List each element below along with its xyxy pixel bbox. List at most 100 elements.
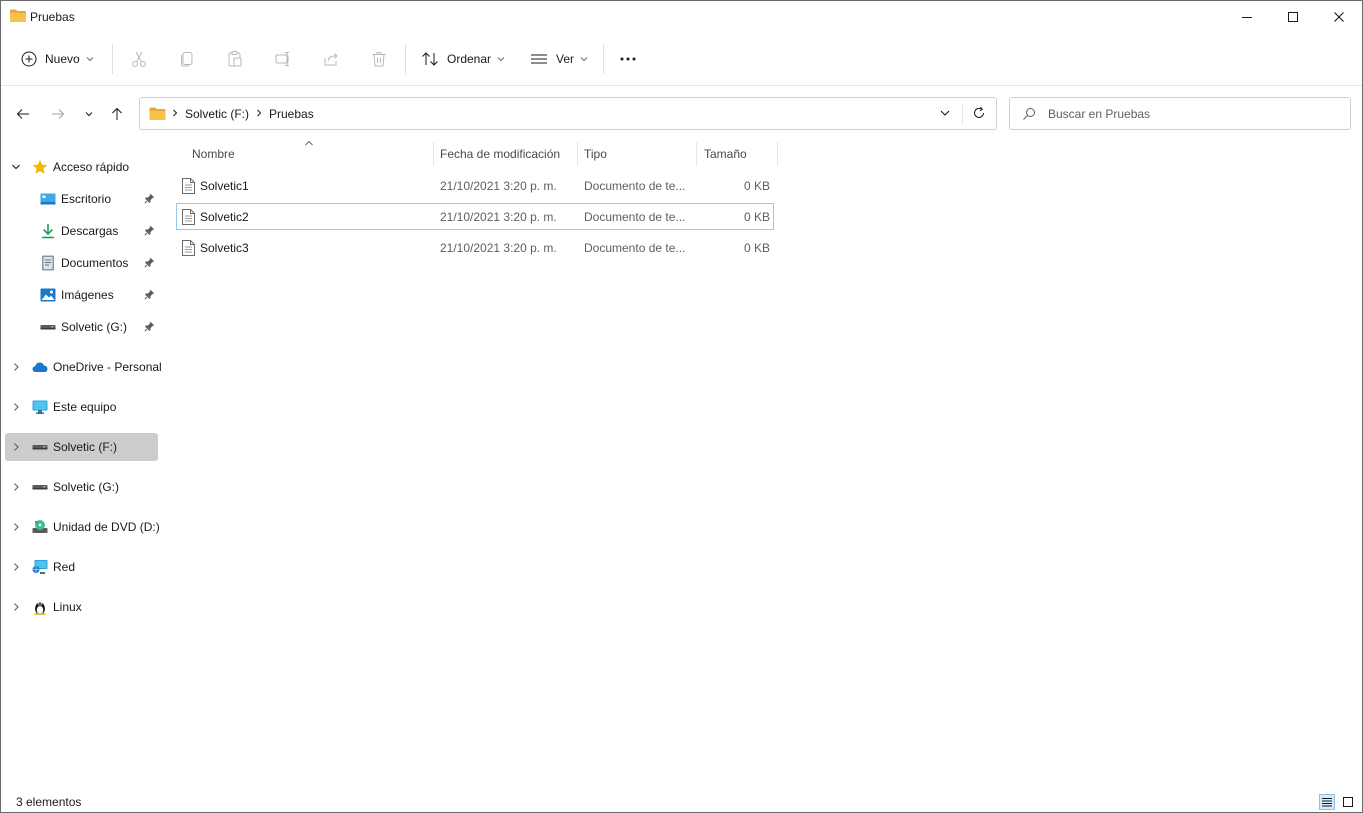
back-button[interactable] bbox=[13, 104, 33, 124]
file-list: Nombre Fecha de modificación Tipo Tamaño… bbox=[166, 140, 1362, 790]
sort-button[interactable]: Ordenar bbox=[421, 42, 505, 76]
search-icon bbox=[1023, 108, 1035, 120]
computer-icon bbox=[32, 400, 48, 414]
navigation-row: Solvetic (F:) Pruebas bbox=[1, 86, 1362, 140]
view-button[interactable]: Ver bbox=[530, 42, 588, 76]
address-divider bbox=[962, 104, 963, 124]
sidebar-item-documents[interactable]: Documentos bbox=[5, 249, 158, 277]
table-row[interactable]: Solvetic1 21/10/2021 3:20 p. m. Document… bbox=[176, 172, 774, 199]
sidebar-item-this-pc[interactable]: Este equipo bbox=[5, 393, 158, 421]
pin-icon[interactable] bbox=[144, 193, 155, 204]
sidebar-item-label: Imágenes bbox=[61, 288, 114, 302]
text-file-icon bbox=[182, 178, 195, 194]
chevron-down-icon bbox=[580, 57, 588, 62]
sidebar-item-label: Linux bbox=[53, 600, 82, 614]
file-date: 21/10/2021 3:20 p. m. bbox=[440, 241, 557, 255]
chevron-right-icon[interactable] bbox=[11, 402, 21, 412]
sidebar-item-network[interactable]: Red bbox=[5, 553, 158, 581]
desktop-icon bbox=[40, 193, 56, 205]
paste-button[interactable] bbox=[226, 42, 244, 76]
sidebar-item-quick-access[interactable]: Acceso rápido bbox=[5, 153, 158, 181]
forward-button[interactable] bbox=[48, 104, 68, 124]
address-history-chevron-icon[interactable] bbox=[940, 108, 950, 118]
plus-circle-icon bbox=[21, 51, 37, 67]
column-divider[interactable] bbox=[696, 142, 697, 166]
sidebar-item-label: Solvetic (F:) bbox=[53, 440, 118, 454]
column-header-date[interactable]: Fecha de modificación bbox=[440, 140, 576, 167]
sidebar-item-dvd-drive[interactable]: Unidad de DVD (D:) bbox=[5, 513, 160, 541]
refresh-icon[interactable] bbox=[972, 106, 986, 120]
cut-button[interactable] bbox=[130, 42, 148, 76]
chevron-right-icon[interactable] bbox=[11, 522, 21, 532]
file-name: Solvetic3 bbox=[200, 241, 249, 255]
sidebar-item-solvetic-g[interactable]: Solvetic (G:) bbox=[5, 473, 158, 501]
chevron-down-icon bbox=[12, 164, 20, 170]
chevron-right-icon[interactable] bbox=[11, 562, 21, 572]
file-size: 0 KB bbox=[743, 210, 770, 224]
column-header-size[interactable]: Tamaño bbox=[704, 140, 776, 167]
view-lines-icon bbox=[531, 54, 547, 64]
chevron-right-icon[interactable] bbox=[11, 482, 21, 492]
pin-icon[interactable] bbox=[144, 257, 155, 268]
onedrive-icon bbox=[32, 362, 48, 372]
sidebar-item-label: Documentos bbox=[61, 256, 129, 270]
chevron-right-icon bbox=[257, 109, 262, 117]
search-box[interactable] bbox=[1009, 97, 1351, 130]
table-row[interactable]: Solvetic2 21/10/2021 3:20 p. m. Document… bbox=[176, 203, 774, 230]
pin-icon[interactable] bbox=[144, 289, 155, 300]
sidebar-item-desktop[interactable]: Escritorio bbox=[5, 185, 158, 213]
paste-icon bbox=[228, 51, 242, 67]
address-bar[interactable]: Solvetic (F:) Pruebas bbox=[139, 97, 997, 130]
pin-icon[interactable] bbox=[144, 225, 155, 236]
large-icons-view-button[interactable] bbox=[1340, 794, 1356, 810]
download-icon bbox=[42, 224, 54, 239]
share-button[interactable] bbox=[322, 42, 340, 76]
folder-icon bbox=[149, 107, 166, 120]
pin-icon[interactable] bbox=[144, 321, 155, 332]
copy-button[interactable] bbox=[178, 42, 196, 76]
sidebar-item-downloads[interactable]: Descargas bbox=[5, 217, 158, 245]
column-divider[interactable] bbox=[577, 142, 578, 166]
sidebar-item-onedrive[interactable]: OneDrive - Personal bbox=[5, 353, 162, 381]
sort-label: Ordenar bbox=[447, 52, 492, 66]
recent-locations-button[interactable] bbox=[79, 104, 99, 124]
sidebar-item-solvetic-g-pinned[interactable]: Solvetic (G:) bbox=[5, 313, 158, 341]
network-icon bbox=[32, 560, 48, 574]
window-title: Pruebas bbox=[30, 10, 75, 24]
delete-button[interactable] bbox=[370, 42, 388, 76]
column-divider[interactable] bbox=[433, 142, 434, 166]
table-row[interactable]: Solvetic3 21/10/2021 3:20 p. m. Document… bbox=[176, 234, 774, 261]
status-bar: 3 elementos bbox=[1, 790, 1362, 812]
breadcrumb-folder[interactable]: Pruebas bbox=[269, 107, 314, 121]
toolbar-divider bbox=[603, 44, 604, 74]
toolbar-divider bbox=[112, 44, 113, 74]
search-input[interactable] bbox=[1048, 105, 1338, 123]
text-file-icon bbox=[182, 209, 195, 225]
more-options-button[interactable] bbox=[619, 42, 637, 76]
sidebar-item-label: Escritorio bbox=[61, 192, 112, 206]
sidebar-item-linux[interactable]: Linux bbox=[5, 593, 158, 621]
column-divider[interactable] bbox=[777, 142, 778, 166]
column-header-type[interactable]: Tipo bbox=[584, 140, 694, 167]
toolbar-divider bbox=[405, 44, 406, 74]
window-controls bbox=[1224, 1, 1362, 32]
rename-button[interactable] bbox=[274, 42, 292, 76]
maximize-button[interactable] bbox=[1270, 1, 1316, 32]
sidebar-item-pictures[interactable]: Imágenes bbox=[5, 281, 158, 309]
chevron-right-icon[interactable] bbox=[11, 362, 21, 372]
breadcrumb-drive[interactable]: Solvetic (F:) bbox=[185, 107, 249, 121]
chevron-right-icon[interactable] bbox=[11, 442, 21, 452]
minimize-button[interactable] bbox=[1224, 1, 1270, 32]
title-bar[interactable]: Pruebas bbox=[1, 1, 1362, 32]
close-button[interactable] bbox=[1316, 1, 1362, 32]
details-view-icon bbox=[1322, 798, 1332, 807]
details-view-button[interactable] bbox=[1319, 794, 1335, 810]
view-label: Ver bbox=[556, 52, 575, 66]
column-header-label: Nombre bbox=[192, 147, 235, 161]
sidebar-item-solvetic-f[interactable]: Solvetic (F:) bbox=[5, 433, 158, 461]
chevron-right-icon[interactable] bbox=[11, 602, 21, 612]
star-icon bbox=[32, 159, 48, 174]
chevron-down-icon bbox=[86, 57, 94, 62]
new-button[interactable]: Nuevo bbox=[21, 42, 94, 76]
up-button[interactable] bbox=[107, 104, 127, 124]
